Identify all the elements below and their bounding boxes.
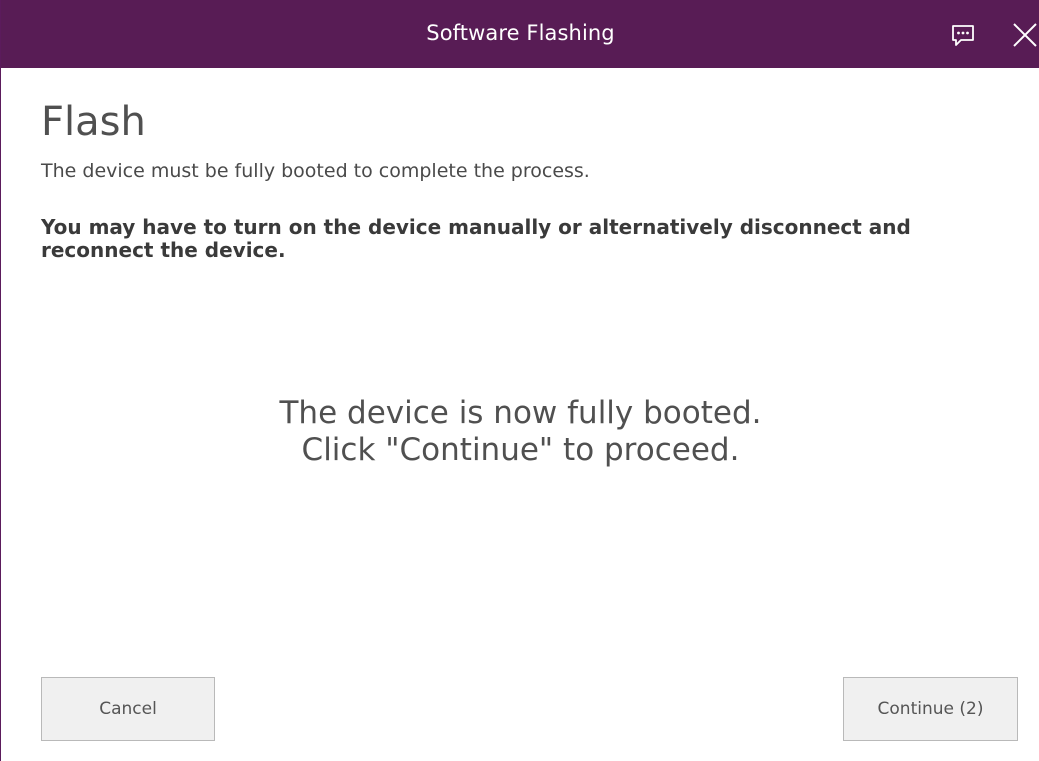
continue-button[interactable]: Continue (2) [843, 677, 1018, 741]
instruction-text: The device must be fully booted to compl… [41, 160, 590, 182]
status-line-booted: The device is now fully booted. [279, 395, 762, 431]
close-icon [1013, 23, 1037, 47]
status-line-continue: Click "Continue" to proceed. [301, 432, 740, 468]
warning-text: You may have to turn on the device manua… [41, 215, 911, 262]
window-title: Software Flashing [426, 21, 615, 45]
status-message: The device is now fully booted. Click "C… [1, 395, 1039, 469]
dialog-content: Flash The device must be fully booted to… [1, 68, 1039, 761]
cancel-button[interactable]: Cancel [41, 677, 215, 741]
title-bar: Software Flashing [1, 0, 1039, 68]
software-flashing-window: Software Flashing Flash The device must … [0, 0, 1039, 761]
close-button[interactable] [1009, 19, 1039, 51]
feedback-icon [952, 25, 974, 46]
feedback-button[interactable] [949, 21, 977, 49]
page-title: Flash [41, 99, 146, 145]
